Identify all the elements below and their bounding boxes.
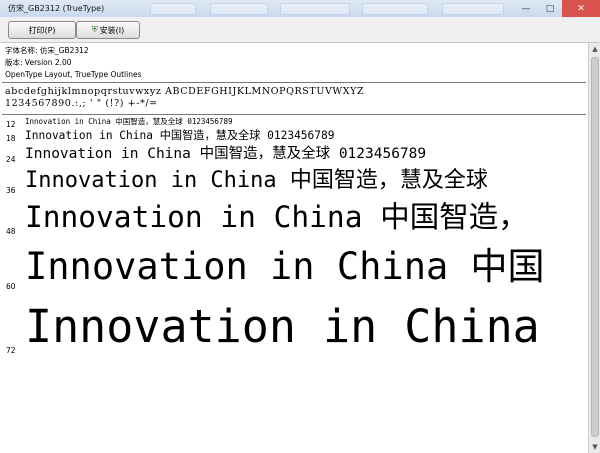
- divider: [2, 82, 586, 83]
- size-label: 36: [6, 186, 16, 195]
- window-controls: — □ ✕: [514, 0, 600, 17]
- version-label: 版本: Version 2.00: [5, 58, 72, 67]
- font-info: 字体名称: 仿宋_GB2312 版本: Version 2.00 OpenTyp…: [5, 45, 142, 81]
- font-name-label: 字体名称: 仿宋_GB2312: [5, 46, 89, 55]
- charset-line-2: 1234567890.:,; ' " (!?) +-*/=: [5, 98, 158, 109]
- size-label: 24: [6, 155, 16, 164]
- size-label: 18: [6, 134, 16, 143]
- blurred-tab: [210, 3, 268, 15]
- blurred-tab: [280, 3, 350, 15]
- install-button[interactable]: ⛨ 安装(I): [76, 21, 140, 39]
- shield-icon: ⛨: [91, 25, 98, 34]
- blurred-tab: [442, 3, 504, 15]
- sample-text: Innovation in China 中国智造，慧及全球 0123456789: [25, 146, 427, 162]
- sample-text: Innovation in China 中国智造，慧及全球 0123456789: [25, 129, 335, 142]
- divider: [2, 114, 586, 115]
- install-button-label: 安装(I): [99, 25, 125, 35]
- minimize-icon[interactable]: —: [514, 0, 538, 17]
- scroll-up-icon[interactable]: ▲: [589, 43, 600, 55]
- size-label: 12: [6, 120, 16, 129]
- vertical-scrollbar[interactable]: ▲ ▼: [588, 43, 600, 453]
- scroll-thumb[interactable]: [591, 57, 599, 437]
- sample-text: Innovation in China 中国智造，慧及全球 0123456789: [25, 117, 233, 126]
- print-button-label: 打印(P): [28, 25, 56, 35]
- size-label: 72: [6, 346, 16, 355]
- window-title: 仿宋_GB2312 (TrueType): [8, 4, 105, 13]
- font-preview-area: 字体名称: 仿宋_GB2312 版本: Version 2.00 OpenTyp…: [0, 43, 588, 453]
- sample-text: Innovation in China: [25, 300, 540, 353]
- maximize-icon[interactable]: □: [538, 0, 562, 17]
- blurred-tab: [150, 3, 196, 15]
- size-label: 48: [6, 227, 16, 236]
- sample-text: Innovation in China 中国智造，慧及全球: [25, 168, 488, 193]
- size-label: 60: [6, 282, 16, 291]
- sample-text: Innovation in China 中国: [25, 245, 545, 288]
- close-icon[interactable]: ✕: [562, 0, 600, 17]
- scroll-down-icon[interactable]: ▼: [589, 441, 600, 453]
- print-button[interactable]: 打印(P): [8, 21, 76, 39]
- sample-text: Innovation in China 中国智造，: [25, 200, 528, 234]
- title-bar: 仿宋_GB2312 (TrueType) — □ ✕: [0, 0, 600, 17]
- blurred-tab: [362, 3, 428, 15]
- toolbar: 打印(P) ⛨ 安装(I): [0, 17, 600, 43]
- features-label: OpenType Layout, TrueType Outlines: [5, 70, 142, 79]
- charset-line-1: abcdefghijklmnopqrstuvwxyz ABCDEFGHIJKLM…: [5, 86, 365, 97]
